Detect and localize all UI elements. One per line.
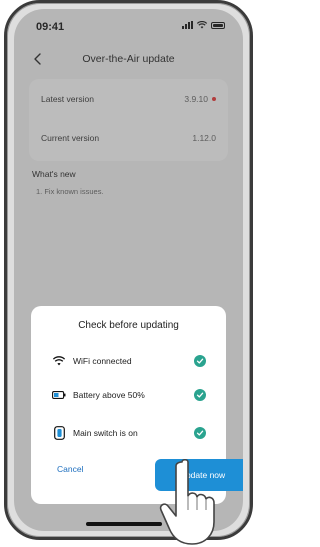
pointing-hand-icon [159, 458, 215, 545]
home-indicator [86, 522, 162, 526]
switch-icon [51, 426, 67, 440]
wifi-icon [51, 354, 67, 368]
cancel-button[interactable]: Cancel [57, 464, 83, 474]
check-item-battery: Battery above 50% [51, 386, 206, 404]
check-item-switch: Main switch is on [51, 424, 206, 442]
check-label: Main switch is on [73, 428, 138, 438]
battery-icon [51, 388, 67, 402]
check-label: WiFi connected [73, 356, 132, 366]
check-item-wifi: WiFi connected [51, 352, 206, 370]
check-ok-icon [194, 389, 206, 401]
screen: 09:41 Over-the-Air update Latest version [14, 9, 243, 531]
sheet-title: Check before updating [78, 320, 179, 331]
check-ok-icon [194, 355, 206, 367]
check-label: Battery above 50% [73, 390, 145, 400]
check-ok-icon [194, 427, 206, 439]
